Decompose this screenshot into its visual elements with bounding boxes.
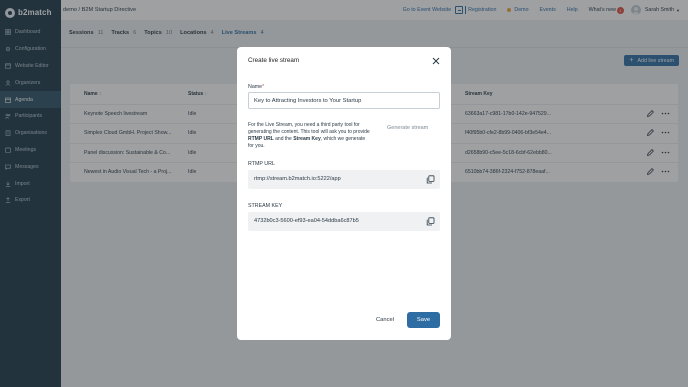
create-live-stream-modal: Create live stream Name* For the Live St… bbox=[237, 47, 451, 340]
help-text-part: and the bbox=[273, 136, 294, 142]
save-button[interactable]: Save bbox=[407, 312, 440, 328]
help-text-part: For the Live Stream, you need a third pa… bbox=[248, 122, 370, 135]
help-text-bold: Stream Key bbox=[293, 136, 321, 142]
stream-key-label: STREAM KEY bbox=[248, 203, 283, 209]
modal-title: Create live stream bbox=[248, 57, 300, 64]
copy-icon[interactable] bbox=[426, 217, 435, 226]
copy-icon[interactable] bbox=[426, 175, 435, 184]
name-label: Name* bbox=[248, 84, 264, 90]
help-text-bold: RTMP URL bbox=[248, 136, 274, 142]
rtmp-url-value: rtmp://stream.b2match.io:5222/app bbox=[254, 176, 341, 182]
help-text: For the Live Stream, you need a third pa… bbox=[248, 122, 372, 150]
name-label-text: Name bbox=[248, 84, 263, 90]
cancel-button[interactable]: Cancel bbox=[376, 317, 394, 323]
name-input[interactable] bbox=[248, 92, 440, 109]
stream-key-value: 4732b0c3-5600-ef93-ea04-54ddba6c87b5 bbox=[254, 218, 359, 224]
rtmp-url-field: rtmp://stream.b2match.io:5222/app bbox=[248, 170, 440, 189]
rtmp-url-label: RTMP URL bbox=[248, 161, 275, 167]
generate-stream-button[interactable]: Generate stream bbox=[387, 125, 428, 131]
required-marker: * bbox=[262, 84, 265, 90]
stream-key-field: 4732b0c3-5600-ef93-ea04-54ddba6c87b5 bbox=[248, 212, 440, 231]
close-icon[interactable] bbox=[432, 57, 440, 65]
